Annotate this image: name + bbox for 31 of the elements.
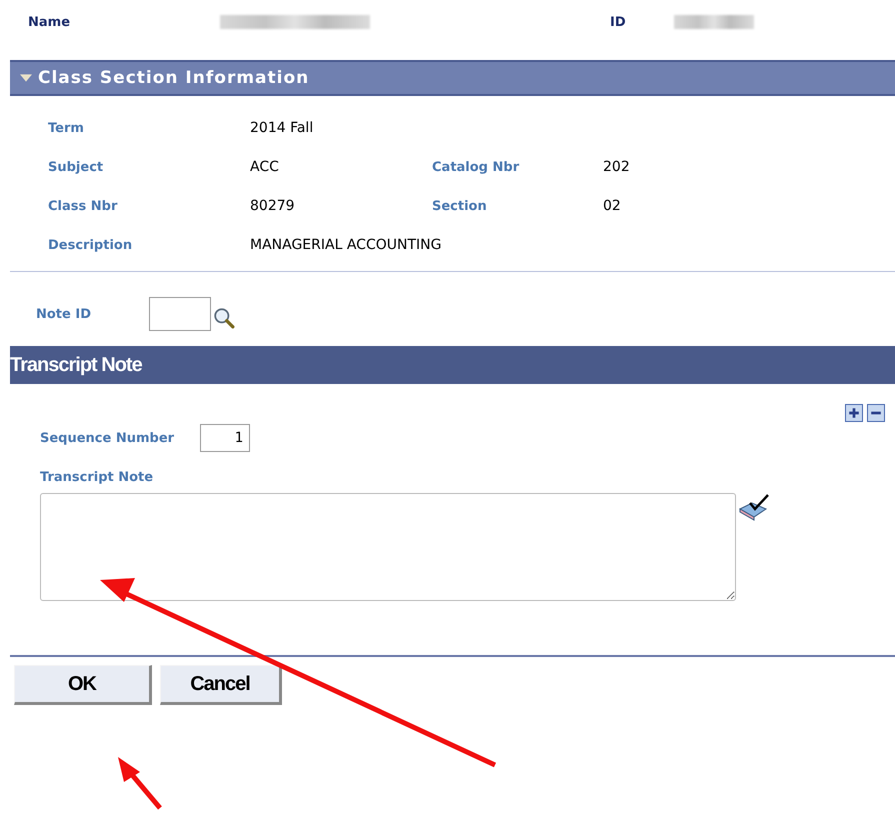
field-label: Note ID xyxy=(36,306,92,322)
add-row-button[interactable] xyxy=(845,404,863,422)
field-label: Section xyxy=(432,199,488,214)
section-header: Transcript Note xyxy=(10,346,895,384)
spell-check-icon[interactable] xyxy=(738,493,770,521)
delete-row-button[interactable] xyxy=(867,404,885,422)
field-label: Transcript Note xyxy=(40,470,154,485)
note-id-field[interactable] xyxy=(149,297,211,331)
field-value: 80279 xyxy=(250,198,296,214)
field-value: 202 xyxy=(603,159,631,175)
section-title: Class Section Information xyxy=(38,68,310,88)
field-label: Catalog Nbr xyxy=(432,160,520,175)
field-label: Sequence Number xyxy=(40,430,174,446)
field-value: 02 xyxy=(603,198,622,214)
section-header[interactable]: Class Section Information xyxy=(10,60,895,96)
name-label: Name xyxy=(28,14,70,30)
id-label: ID xyxy=(610,14,626,30)
field-label: Term xyxy=(48,121,85,136)
field-label: Class Nbr xyxy=(48,199,118,214)
field-label: Subject xyxy=(48,160,104,175)
plus-icon xyxy=(848,407,860,419)
ok-button[interactable]: OK xyxy=(14,665,152,705)
collapse-triangle-icon xyxy=(20,72,32,84)
field-value: MANAGERIAL ACCOUNTING xyxy=(250,237,442,253)
cancel-button[interactable]: Cancel xyxy=(160,665,282,705)
sequence-number-field[interactable]: 1 xyxy=(200,424,250,452)
search-icon[interactable] xyxy=(213,307,235,329)
field-value: 2014 Fall xyxy=(250,120,314,136)
field-value: ACC xyxy=(250,159,280,175)
field-label: Description xyxy=(48,238,134,253)
transcript-note-field[interactable] xyxy=(40,493,736,601)
